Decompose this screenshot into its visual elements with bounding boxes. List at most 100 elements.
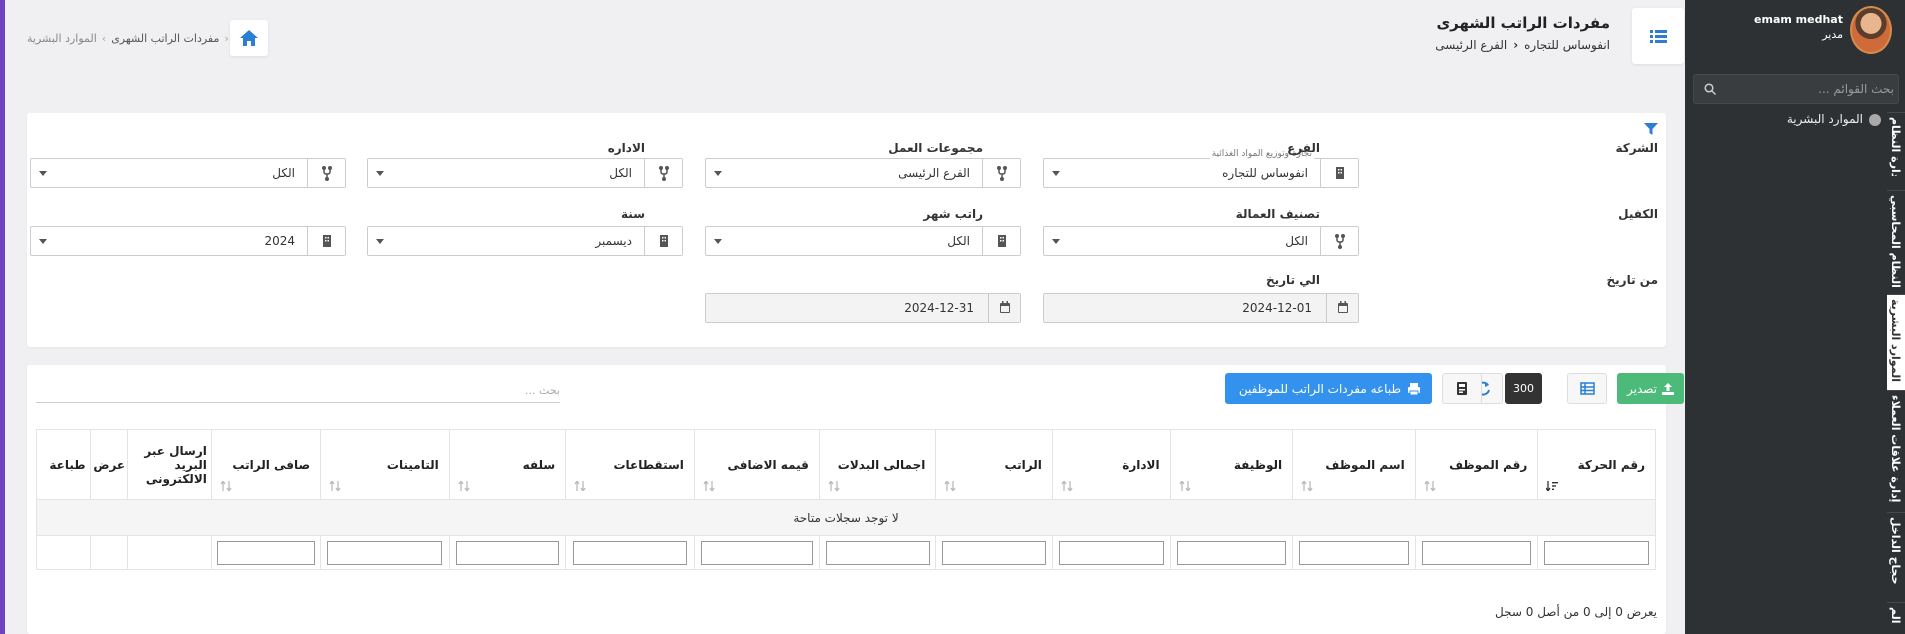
- column-filter-input[interactable]: [825, 540, 930, 565]
- tab-system-admin[interactable]: إدارة النظام: [1887, 112, 1905, 176]
- department-select[interactable]: الكل: [30, 158, 346, 188]
- branch-select[interactable]: الفرع الرئيسى: [705, 158, 1021, 188]
- column-header[interactable]: اجمالى البدلات: [818, 429, 937, 500]
- column-header[interactable]: قيمه الاضافى: [693, 429, 820, 500]
- company-branch-path: انفوساس للتجاره ‹ الفرع الرئيسى: [1435, 38, 1610, 52]
- to-date-value: 2024-12-31: [904, 301, 974, 315]
- company-select[interactable]: تجارة وتوزيع المواد الغذائية انفوساس للت…: [1043, 149, 1359, 188]
- company-label: الشركة: [1615, 141, 1658, 155]
- to-date-label: الي تاريخ: [1265, 273, 1320, 287]
- empty-row: لا توجد سجلات متاحة: [36, 499, 1656, 536]
- home-button[interactable]: [230, 20, 268, 56]
- column-filter-input[interactable]: [942, 540, 1047, 565]
- column-filter-cell: [565, 535, 695, 570]
- table-header-row: رقم الحركة رقم الموظف اسم الموظف الوظيفة…: [36, 429, 1656, 500]
- filter-icon[interactable]: [1644, 123, 1658, 135]
- column-header[interactable]: الراتب: [935, 429, 1053, 500]
- column-filter-cell: [1169, 535, 1294, 570]
- column-header[interactable]: الادارة: [1051, 429, 1171, 500]
- breadcrumb-current: مفردات الراتب الشهرى: [111, 32, 220, 45]
- from-date-input[interactable]: 2024-12-01: [1043, 293, 1359, 323]
- sort-icon: [944, 481, 956, 491]
- column-filter-input[interactable]: [455, 540, 560, 565]
- search-icon: [1704, 83, 1716, 95]
- avatar[interactable]: [1850, 6, 1892, 54]
- workgroups-label: مجموعات العمل: [888, 141, 983, 155]
- column-filter-input[interactable]: [572, 540, 688, 565]
- column-filter-input[interactable]: [1176, 540, 1287, 565]
- menu-toggle-button[interactable]: [1632, 8, 1684, 64]
- column-filter-input[interactable]: [1544, 540, 1650, 565]
- sort-icon: [1061, 481, 1073, 491]
- column-header: طباعة: [36, 429, 91, 500]
- year-select[interactable]: 2024: [30, 226, 346, 256]
- sort-icon: [574, 481, 586, 491]
- breadcrumb: مفردات الراتب الشهرى › الموارد البشرية ›: [27, 32, 234, 45]
- column-filter-input[interactable]: [1299, 540, 1409, 565]
- column-filter-cell: [127, 535, 212, 570]
- from-date-value: 2024-12-01: [1242, 301, 1312, 315]
- print-label: طباعه مفردات الراتب للموظفين: [1238, 382, 1401, 396]
- column-filter-input[interactable]: [1421, 540, 1532, 565]
- to-date-input[interactable]: 2024-12-31: [705, 293, 1021, 323]
- breadcrumb-link-hr[interactable]: الموارد البشرية: [27, 32, 97, 45]
- tab-hr[interactable]: الموارد البشرية: [1887, 294, 1905, 390]
- column-header[interactable]: استقطاعات: [565, 429, 695, 500]
- sort-icon: [828, 481, 840, 491]
- page-size-value: 300: [1513, 382, 1534, 395]
- company-name: انفوساس للتجاره: [1524, 38, 1610, 52]
- column-header[interactable]: التامينات: [320, 429, 450, 500]
- page-size-button[interactable]: 300: [1505, 373, 1542, 404]
- column-filter-cell: [36, 535, 91, 570]
- chevron-down-icon: [1052, 171, 1060, 176]
- column-filter-input[interactable]: [1058, 540, 1164, 565]
- branch-name: الفرع الرئيسى: [1435, 38, 1508, 52]
- table-icon: [1580, 382, 1595, 395]
- chevron-down-icon: [376, 239, 384, 244]
- column-header[interactable]: سلفه: [448, 429, 567, 500]
- tab-accounting[interactable]: النظام المحاسبي: [1887, 190, 1905, 294]
- column-filter-cell: [1292, 535, 1416, 570]
- columns-toggle-button[interactable]: [1567, 373, 1607, 404]
- column-header[interactable]: اسم الموظف: [1292, 429, 1416, 500]
- export-button[interactable]: تصدير: [1617, 373, 1684, 404]
- chevron-down-icon: [714, 171, 722, 176]
- column-header[interactable]: الوظيفة: [1169, 429, 1294, 500]
- user-box[interactable]: emam medhat مدير: [1685, 0, 1905, 62]
- sponsor-select[interactable]: الكل: [1043, 226, 1359, 256]
- building-icon: [982, 227, 1020, 255]
- labor-class-select[interactable]: الكل: [705, 226, 1021, 256]
- company-value: انفوساس للتجاره: [1222, 166, 1308, 180]
- sidebar-item-hr[interactable]: الموارد البشرية: [1693, 112, 1881, 134]
- calendar-icon: [988, 294, 1020, 322]
- salary-month-select[interactable]: ديسمبر: [367, 226, 683, 256]
- menu-search-input[interactable]: [1724, 75, 1894, 103]
- column-header[interactable]: رقم الموظف: [1414, 429, 1539, 500]
- workgroups-select[interactable]: الكل: [367, 158, 683, 188]
- empty-message: لا توجد سجلات متاحة: [36, 499, 1656, 536]
- salary-month-value: ديسمبر: [595, 234, 632, 248]
- column-filter-cell: [693, 535, 820, 570]
- chevron-left-icon: ‹: [1513, 38, 1519, 52]
- column-filter-input[interactable]: [701, 540, 813, 565]
- column-header[interactable]: صافى الراتب: [210, 429, 322, 500]
- building-icon: [644, 227, 682, 255]
- column-filter-input[interactable]: [217, 540, 315, 565]
- column-filter-cell: [448, 535, 567, 570]
- sponsor-label: الكفيل: [1618, 207, 1658, 221]
- column-filter-input[interactable]: [327, 540, 443, 565]
- building-icon: [1320, 159, 1358, 187]
- hr-icon: [1869, 113, 1881, 126]
- print-salary-items-button[interactable]: طباعه مفردات الراتب للموظفين: [1225, 373, 1432, 404]
- tab-crm[interactable]: إدارة علاقات العملاء: [1887, 390, 1905, 502]
- tab-domestic-pilgrims[interactable]: حجاج الداخل: [1887, 512, 1905, 592]
- year-value: 2024: [264, 234, 295, 248]
- workgroups-value: الكل: [609, 166, 632, 180]
- year-label: سنة: [621, 207, 645, 221]
- branch-value: الفرع الرئيسى: [898, 166, 970, 180]
- table-search-input[interactable]: [36, 379, 560, 403]
- tab-more[interactable]: الم: [1887, 602, 1905, 634]
- sidebar: emam medhat مدير الموارد البشرية: [1685, 0, 1905, 634]
- column-header[interactable]: رقم الحركة: [1537, 429, 1656, 500]
- report-button[interactable]: [1442, 373, 1482, 404]
